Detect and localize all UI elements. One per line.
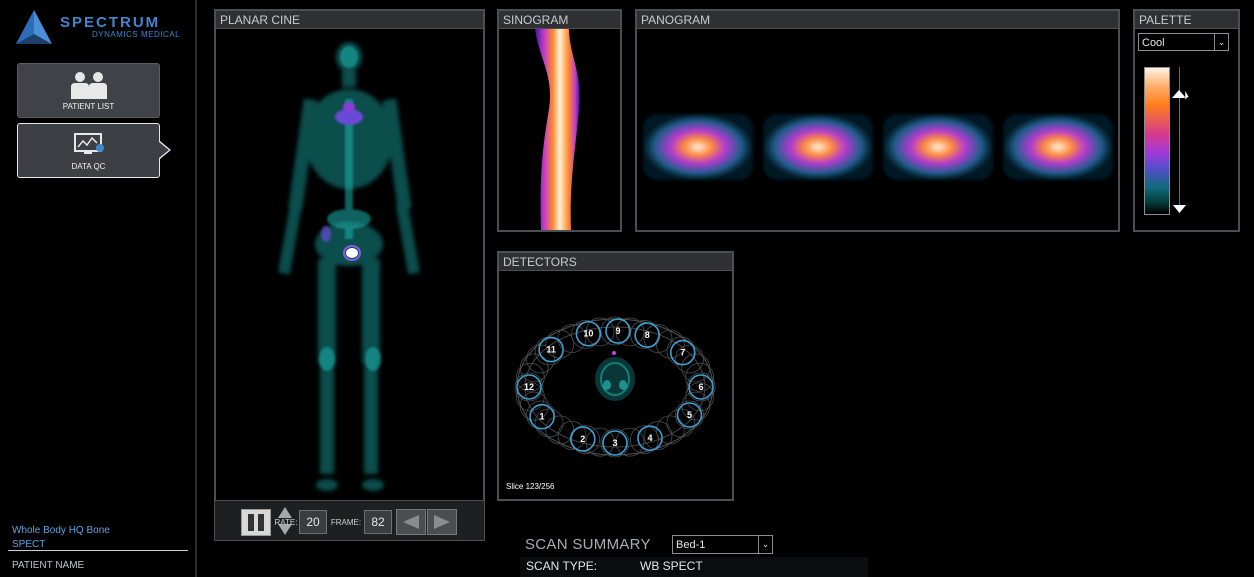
rate-label: RATE: [274,517,298,527]
patients-icon [70,72,107,99]
detectors-title: DETECTORS [499,253,732,271]
sinogram-panel: SINOGRAM [497,9,622,232]
sinogram-title: SINOGRAM [499,11,620,29]
pause-icon-bar [248,514,254,531]
pause-button[interactable] [241,509,271,536]
orbit-position [655,415,685,445]
detector-ring-diagram: 12 3 456789101112 Slice 123/256 [506,316,716,491]
chevron-down-icon: ⌄ [758,536,772,553]
scan-summary-title: SCAN SUMMARY [525,536,651,553]
detector-head-8[interactable]: 8 [634,322,661,348]
planar-cine-image[interactable] [216,29,483,500]
detectors-view[interactable]: 1 2 3 4 5 6 7 8 9 10 11 12 Slice 123/256 [499,271,732,499]
detector-label: 3 [612,438,617,448]
panogram-image[interactable] [637,29,1118,230]
chart-monitor-icon [73,133,104,154]
data-qc-button[interactable]: DATA QC [17,123,171,178]
cine-controls: RATE: 20 FRAME: 82 [214,500,485,541]
spectrum-logo: SPECTRUM DYNAMICS MEDICAL [14,10,184,46]
study-info: Whole Body HQ Bone SPECT [12,524,110,552]
palette-colorbar [1144,67,1170,215]
logo-triangle-icon [16,10,52,44]
divider [8,550,188,551]
detector-head-7[interactable]: 7 [669,339,696,366]
previous-frame-button[interactable] [396,509,426,535]
panogram-title: PANOGRAM [637,11,1118,29]
next-frame-button[interactable] [427,509,457,535]
detector-head-1[interactable]: 1 [529,403,555,430]
scan-type-label: SCAN TYPE: [526,559,598,573]
detector-head-10[interactable]: 10 [575,320,602,347]
lower-threshold-handle[interactable] [1172,204,1187,214]
detector-label: 8 [645,330,650,340]
panogram-panel: PANOGRAM [635,9,1120,232]
bed-selected: Bed-1 [676,539,706,551]
patient-cross-section [595,351,635,401]
patient-name-label: PATIENT NAME [12,560,85,571]
brand-name: SPECTRUM [60,14,161,31]
slice-indicator: Slice 123/256 [506,482,555,491]
detector-label: 7 [680,348,685,358]
detector-label: 10 [583,329,593,339]
planar-cine-title: PLANAR CINE [216,11,483,29]
detector-head-3[interactable]: 3 [602,430,628,456]
sidebar: SPECTRUM DYNAMICS MEDICAL PATIENT LIST D… [0,0,197,577]
patient-list-button[interactable]: PATIENT LIST [17,63,160,118]
detector-label: 11 [546,345,556,355]
palette-title: PALETTE [1135,11,1238,29]
detector-label: 9 [615,326,620,336]
sinogram-visual [535,29,580,230]
detector-label: 4 [647,433,652,443]
frame-label: FRAME: [330,517,362,527]
planar-cine-panel: PLANAR CINE [214,9,485,502]
palette-selected: Cool [1142,37,1165,49]
orbit-position [545,415,575,445]
palette-dropdown[interactable]: Cool ⌄ [1138,33,1229,51]
chevron-down-icon: ⌄ [1214,34,1228,50]
orbit-position [519,353,549,383]
detector-label: 1 [540,412,545,422]
pause-icon-bar [258,514,264,531]
whole-body-scan-image [278,42,420,491]
detector-label: 2 [580,434,585,444]
detector-label: 6 [698,382,703,392]
data-qc-label: DATA QC [71,162,106,171]
detector-label: 5 [687,410,692,420]
upper-threshold-handle[interactable] [1172,88,1192,102]
active-pointer [159,141,171,159]
detector-label: 12 [524,382,534,392]
study-name: Whole Body HQ Bone [12,525,110,536]
scan-type-value: WB SPECT [640,559,703,573]
detectors-panel: DETECTORS 1 2 3 4 5 6 7 8 9 10 11 12 Slice 123/256 [497,251,734,501]
detector-head-11[interactable]: 11 [538,336,564,363]
right-arrow-icon [434,515,450,529]
rate-value[interactable]: 20 [299,510,327,534]
detector-head-2[interactable]: 2 [569,426,596,452]
sinogram-image[interactable] [499,29,620,230]
left-arrow-icon [403,515,419,529]
patient-list-label: PATIENT LIST [62,102,115,111]
scan-type-row: SCAN TYPE: WB SPECT [520,557,868,577]
brand-subtitle: DYNAMICS MEDICAL [92,30,181,39]
bed-dropdown[interactable]: Bed-1 ⌄ [672,535,773,554]
panogram-visual [643,114,1113,180]
frame-value[interactable]: 82 [364,510,392,534]
